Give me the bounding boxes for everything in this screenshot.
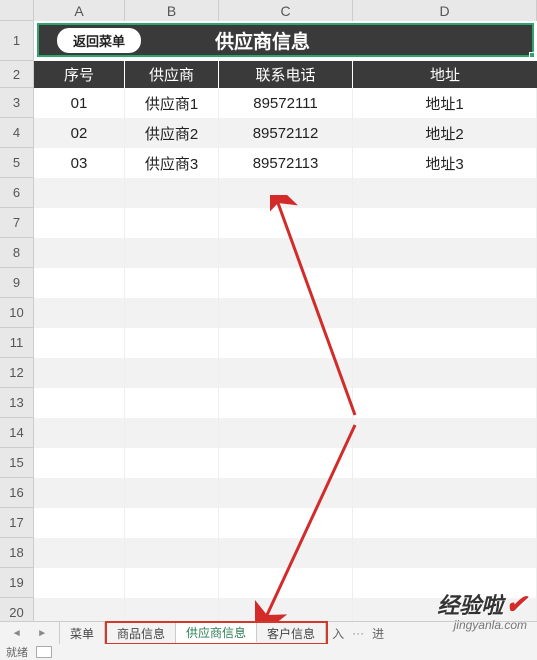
cell-phone[interactable]: 89572113 (219, 148, 353, 178)
row-header-15[interactable]: 15 (0, 448, 34, 478)
row-1: 1 返回菜单 供应商信息 (0, 21, 537, 61)
row-header-17[interactable]: 17 (0, 508, 34, 538)
tab-overflow-icon[interactable]: ··· (348, 622, 368, 644)
col-header-a[interactable]: A (34, 0, 125, 21)
row-empty: 9 (0, 268, 537, 298)
row-header-3[interactable]: 3 (0, 88, 34, 118)
status-icon (36, 646, 52, 658)
column-headers: A B C D (0, 0, 537, 21)
th-supplier[interactable]: 供应商 (125, 61, 219, 88)
row-header-16[interactable]: 16 (0, 478, 34, 508)
th-seq[interactable]: 序号 (34, 61, 125, 88)
cell-address[interactable]: 地址3 (353, 148, 537, 178)
row-empty: 17 (0, 508, 537, 538)
row-header-1[interactable]: 1 (0, 21, 34, 61)
row-header-2[interactable]: 2 (0, 61, 34, 88)
row-header-18[interactable]: 18 (0, 538, 34, 568)
title-block: 返回菜单 供应商信息 (37, 23, 534, 57)
cell-supplier[interactable]: 供应商3 (125, 148, 219, 178)
row-header-11[interactable]: 11 (0, 328, 34, 358)
row-empty: 6 (0, 178, 537, 208)
row-empty: 7 (0, 208, 537, 238)
row-header-4[interactable]: 4 (0, 118, 34, 148)
row-header-6[interactable]: 6 (0, 178, 34, 208)
row-empty: 15 (0, 448, 537, 478)
tab-more-right[interactable]: 进 (368, 622, 388, 644)
row-empty: 18 (0, 538, 537, 568)
status-label: 就绪 (6, 644, 28, 660)
row-empty: 12 (0, 358, 537, 388)
tab-menu[interactable]: 菜单 (60, 622, 105, 644)
row-header-13[interactable]: 13 (0, 388, 34, 418)
row-empty: 19 (0, 568, 537, 598)
status-bar: 就绪 (0, 644, 537, 660)
tab-supplier[interactable]: 供应商信息 (176, 623, 257, 643)
back-button[interactable]: 返回菜单 (57, 28, 141, 53)
col-header-c[interactable]: C (219, 0, 353, 21)
row-header-12[interactable]: 12 (0, 358, 34, 388)
table-row: 4 02 供应商2 89572112 地址2 (0, 118, 537, 148)
row-header-14[interactable]: 14 (0, 418, 34, 448)
cell-seq[interactable]: 01 (34, 88, 125, 118)
tab-more-left[interactable]: 入 (328, 622, 348, 644)
selection-handle[interactable] (529, 52, 535, 58)
row-header-5[interactable]: 5 (0, 148, 34, 178)
tab-group-highlighted: 商品信息 供应商信息 客户信息 (105, 621, 328, 645)
col-header-b[interactable]: B (125, 0, 219, 21)
row-header-8[interactable]: 8 (0, 238, 34, 268)
row-empty: 13 (0, 388, 537, 418)
th-address[interactable]: 地址 (353, 61, 537, 88)
sheet-tab-bar: ◄ ► 菜单 商品信息 供应商信息 客户信息 入 ··· 进 (0, 621, 537, 644)
row-empty: 16 (0, 478, 537, 508)
tab-nav-next-icon[interactable]: ► (37, 628, 47, 639)
cell-seq[interactable]: 02 (34, 118, 125, 148)
row-header-10[interactable]: 10 (0, 298, 34, 328)
row-empty: 10 (0, 298, 537, 328)
grid-body[interactable]: 1 返回菜单 供应商信息 2 序号 供应商 联系电话 地址 3 01 供应商1 … (0, 21, 537, 628)
tab-product[interactable]: 商品信息 (107, 623, 176, 643)
row-empty: 8 (0, 238, 537, 268)
row-empty: 11 (0, 328, 537, 358)
cell-supplier[interactable]: 供应商1 (125, 88, 219, 118)
tab-nav-buttons[interactable]: ◄ ► (0, 622, 60, 644)
select-all-corner[interactable] (0, 0, 34, 21)
page-title: 供应商信息 (215, 27, 310, 54)
row-empty: 14 (0, 418, 537, 448)
cell-seq[interactable]: 03 (34, 148, 125, 178)
row-header-9[interactable]: 9 (0, 268, 34, 298)
tab-nav-prev-icon[interactable]: ◄ (12, 628, 22, 639)
table-row: 5 03 供应商3 89572113 地址3 (0, 148, 537, 178)
cell-phone[interactable]: 89572112 (219, 118, 353, 148)
cell-address[interactable]: 地址2 (353, 118, 537, 148)
tab-customer[interactable]: 客户信息 (257, 623, 326, 643)
col-header-d[interactable]: D (353, 0, 537, 21)
spreadsheet: A B C D 1 返回菜单 供应商信息 2 序号 供应商 联系电话 地址 (0, 0, 537, 621)
cell-phone[interactable]: 89572111 (219, 88, 353, 118)
cell-address[interactable]: 地址1 (353, 88, 537, 118)
row-header-19[interactable]: 19 (0, 568, 34, 598)
row-2: 2 序号 供应商 联系电话 地址 (0, 61, 537, 88)
row-header-7[interactable]: 7 (0, 208, 34, 238)
table-row: 3 01 供应商1 89572111 地址1 (0, 88, 537, 118)
cell-supplier[interactable]: 供应商2 (125, 118, 219, 148)
th-phone[interactable]: 联系电话 (219, 61, 353, 88)
